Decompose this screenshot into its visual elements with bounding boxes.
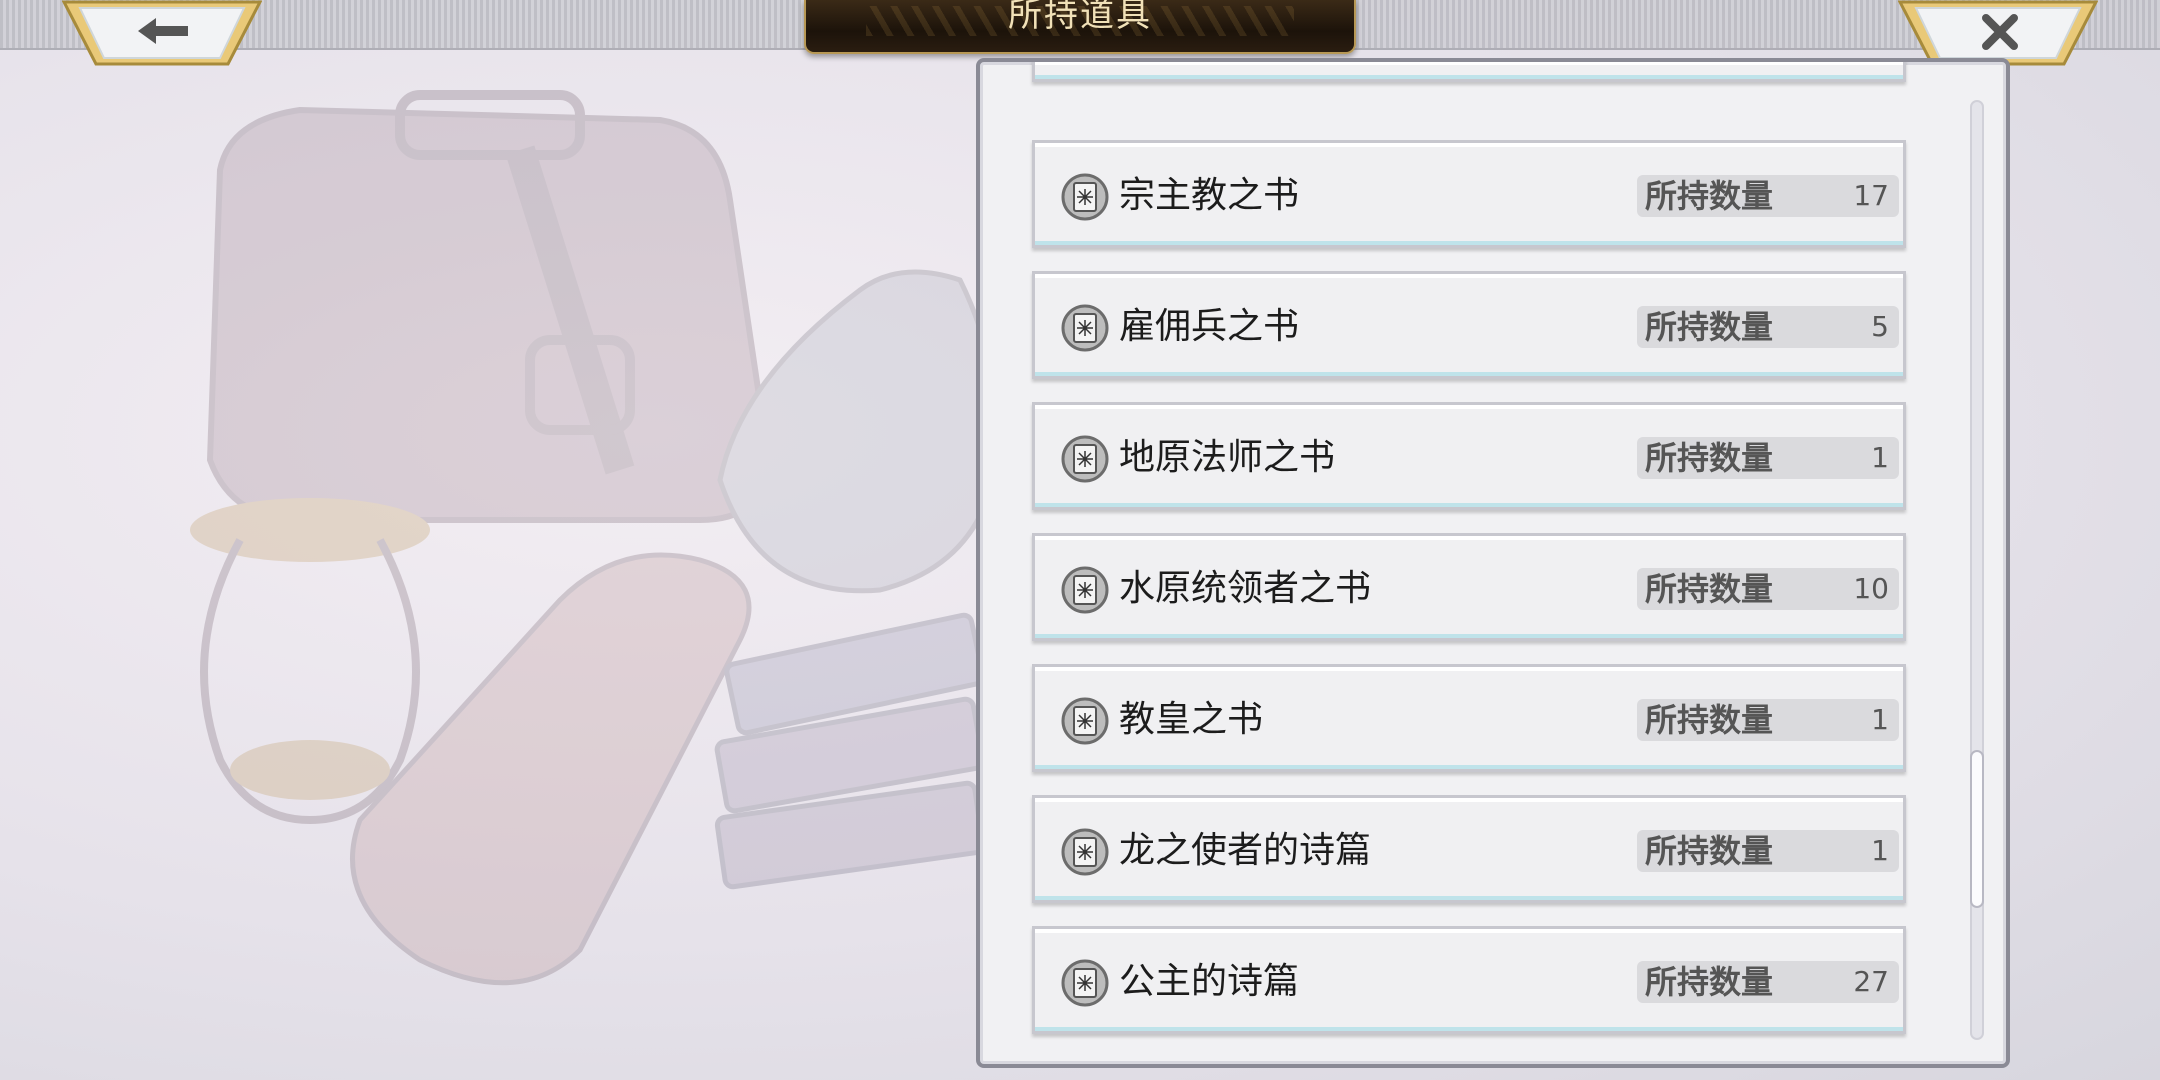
quantity-box: 所持数量 1 [1637,830,1899,872]
quantity-label: 所持数量 [1645,963,1774,1001]
quantity-label: 所持数量 [1645,439,1774,477]
item-name: 雇佣兵之书 [1119,306,1300,347]
arrow-left-icon [138,18,188,44]
quantity-value: 5 [1871,310,1889,343]
book-icon [1061,566,1109,614]
quantity-box: 所持数量 10 [1637,568,1899,610]
item-name: 宗主教之书 [1119,175,1300,216]
list-item[interactable]: 龙之使者的诗篇 所持数量 1 [1032,795,1906,903]
quantity-label: 所持数量 [1645,308,1774,346]
list-item[interactable]: 水原统领者之书 所持数量 10 [1032,533,1906,641]
quantity-box: 所持数量 27 [1637,961,1899,1003]
quantity-value: 1 [1871,834,1889,867]
title-plate: 所持道具 [804,0,1356,54]
quantity-box: 所持数量 1 [1637,699,1899,741]
close-button[interactable] [1898,0,2098,66]
quantity-label: 所持数量 [1645,177,1774,215]
quantity-value: 17 [1853,179,1889,212]
quantity-value: 10 [1853,572,1889,605]
book-icon [1061,697,1109,745]
list-item-partial[interactable] [1032,62,1906,82]
back-button[interactable] [62,0,262,66]
book-icon [1061,828,1109,876]
list-item[interactable]: 教皇之书 所持数量 1 [1032,664,1906,772]
book-icon [1061,435,1109,483]
background-illustration [190,90,1003,986]
quantity-box: 所持数量 1 [1637,437,1899,479]
close-icon [1982,14,2018,50]
item-name: 教皇之书 [1119,699,1264,740]
quantity-value: 1 [1871,441,1889,474]
quantity-label: 所持数量 [1645,570,1774,608]
quantity-label: 所持数量 [1645,701,1774,739]
list-item[interactable]: 地原法师之书 所持数量 1 [1032,402,1906,510]
list-item[interactable]: 公主的诗篇 所持数量 27 [1032,926,1906,1034]
item-name: 地原法师之书 [1119,437,1336,478]
item-name: 公主的诗篇 [1119,961,1300,1002]
list-item[interactable]: 宗主教之书 所持数量 17 [1032,140,1906,248]
quantity-value: 27 [1853,965,1889,998]
book-icon [1061,173,1109,221]
page-title: 所持道具 [1008,0,1152,35]
item-name: 水原统领者之书 [1119,568,1372,609]
list-item[interactable]: 雇佣兵之书 所持数量 5 [1032,271,1906,379]
item-list-panel[interactable]: 宗主教之书 所持数量 17 雇佣兵之书 所持数量 5 地原法师之书 所持数量 1… [976,58,2010,1068]
quantity-label: 所持数量 [1645,832,1774,870]
quantity-box: 所持数量 5 [1637,306,1899,348]
scrollbar-thumb[interactable] [1970,750,1984,908]
quantity-value: 1 [1871,703,1889,736]
book-icon [1061,304,1109,352]
book-icon [1061,959,1109,1007]
item-name: 龙之使者的诗篇 [1119,830,1372,871]
quantity-box: 所持数量 17 [1637,175,1899,217]
